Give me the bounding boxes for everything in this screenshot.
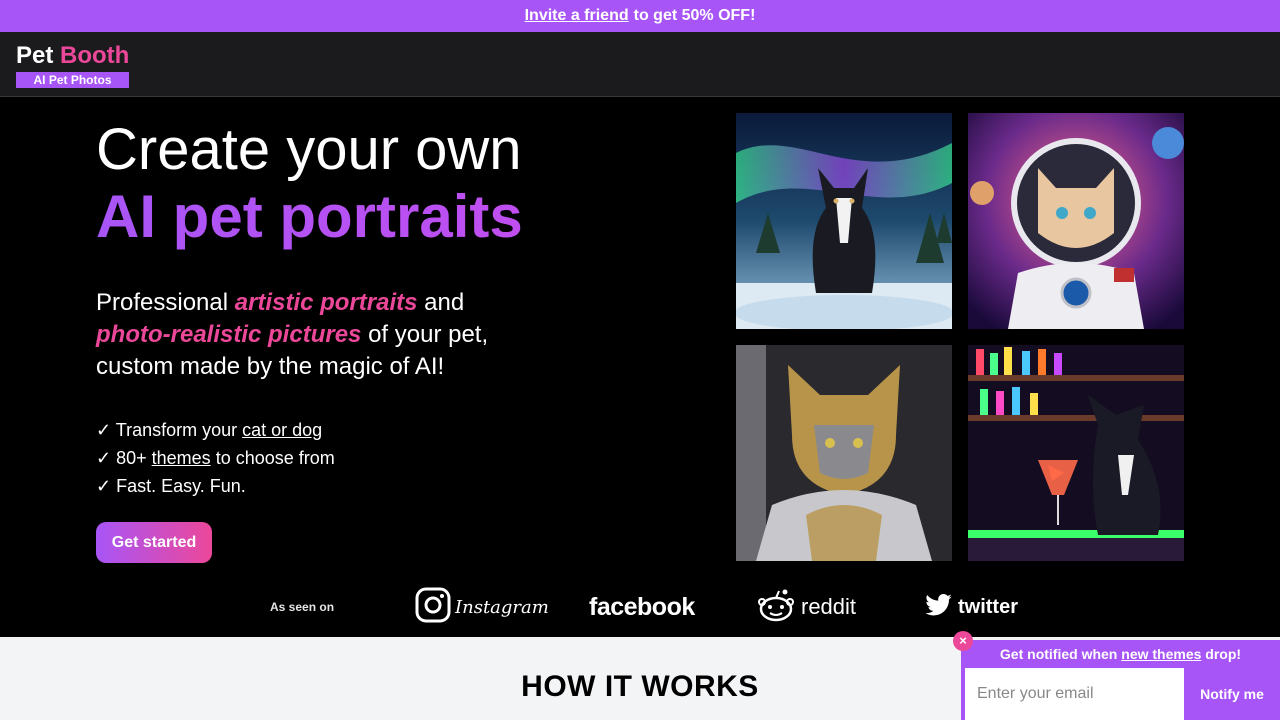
instagram-wordmark: Instagram (455, 596, 549, 618)
notify-title: Get notified when new themes drop! (961, 646, 1280, 662)
desc-em-photo: photo-realistic pictures (96, 321, 362, 348)
email-input[interactable] (965, 668, 1184, 720)
themes-link[interactable]: themes (152, 448, 211, 468)
feature-item: ✓ 80+ themes to choose from (96, 444, 335, 472)
invite-friend-link[interactable]: Invite a friend (525, 7, 629, 25)
logo-wordmark: Pet Booth (16, 42, 129, 70)
notify-me-button[interactable]: Notify me (1184, 668, 1280, 720)
cat-or-dog-link[interactable]: cat or dog (242, 420, 322, 440)
feature-list: ✓ Transform your cat or dog ✓ 80+ themes… (96, 416, 335, 500)
facebook-logo: facebook (589, 588, 695, 626)
notify-text: drop! (1205, 646, 1242, 662)
as-seen-on-label: As seen on (270, 600, 335, 614)
desc-p2: and (424, 289, 465, 316)
gallery-image-astronaut-cat (968, 113, 1184, 329)
hero-description: Professional artistic portraits and phot… (96, 287, 536, 383)
twitter-wordmark: twitter (958, 595, 1018, 618)
notify-text: Get notified when (999, 646, 1118, 662)
logo[interactable]: Pet Booth AI Pet Photos (16, 42, 129, 88)
gallery-image-aurora-dog (736, 113, 952, 329)
reddit-wordmark: reddit (801, 594, 857, 619)
feature-text: to choose from (215, 448, 335, 468)
gallery-image-bar-dog (968, 345, 1184, 561)
feature-item: ✓ Fast. Easy. Fun. (96, 476, 246, 496)
promo-text: to get 50% OFF! (633, 7, 756, 24)
hero-heading-line1: Create your own (96, 117, 522, 182)
navbar: Pet Booth AI Pet Photos (0, 32, 1280, 97)
new-themes-link[interactable]: new themes (1121, 646, 1201, 662)
twitter-bird-icon (925, 593, 952, 621)
feature-text: ✓ 80+ (96, 448, 147, 468)
get-started-button[interactable]: Get started (96, 522, 212, 563)
desc-p1: Professional (96, 289, 229, 316)
logo-booth: Booth (60, 42, 130, 69)
facebook-wordmark: facebook (589, 592, 695, 621)
hero-heading-line2: AI pet portraits (96, 183, 523, 250)
logo-pet: Pet (16, 42, 54, 69)
logo-tagline: AI Pet Photos (16, 72, 129, 88)
twitter-logo: twitter (925, 588, 1018, 626)
gallery-image-knight-cat (736, 345, 952, 561)
promo-banner: Invite a friend to get 50% OFF! (0, 0, 1280, 32)
instagram-logo: Instagram (415, 587, 549, 628)
reddit-icon (757, 588, 795, 627)
instagram-icon (415, 587, 451, 628)
feature-text: ✓ Transform your (96, 420, 238, 440)
close-icon[interactable]: × (953, 631, 973, 651)
desc-em-artistic: artistic portraits (234, 289, 418, 316)
reddit-logo: reddit (757, 588, 856, 626)
feature-item: ✓ Transform your cat or dog (96, 416, 335, 444)
